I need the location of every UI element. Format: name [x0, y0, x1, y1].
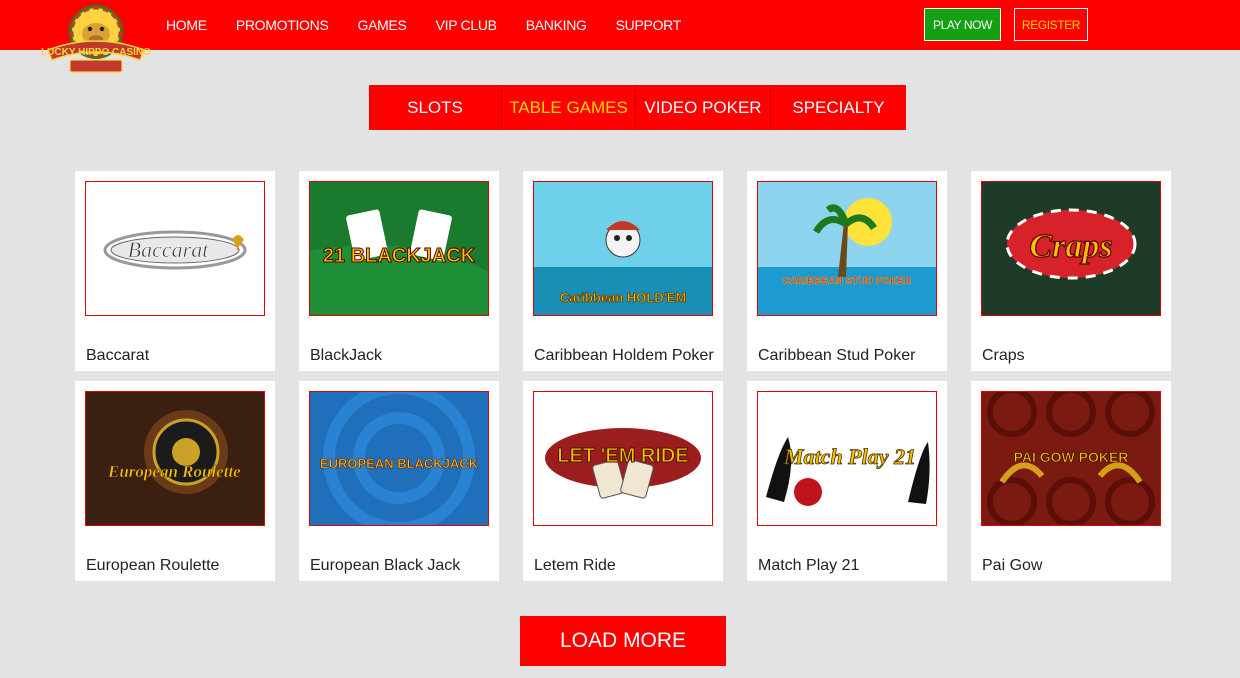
logo-text: LUCKY HIPPO CASINO — [41, 47, 151, 58]
game-card-pai-gow[interactable]: PAI GOW POKER Pai Gow — [971, 381, 1171, 581]
svg-text:Baccarat: Baccarat — [128, 237, 210, 262]
game-thumbnail[interactable]: EUROPEAN BLACKJACK — [309, 391, 489, 526]
nav-home[interactable]: HOME — [166, 17, 207, 33]
svg-text:21 BLACKJACK: 21 BLACKJACK — [323, 245, 476, 267]
game-thumbnail[interactable]: Baccarat — [85, 181, 265, 316]
nav-support[interactable]: SUPPORT — [616, 17, 682, 33]
nav-games[interactable]: GAMES — [357, 17, 406, 33]
svg-text:CARIBBEAN STUD POKER: CARIBBEAN STUD POKER — [783, 276, 912, 287]
svg-text:European Roulette: European Roulette — [107, 462, 241, 481]
tab-slots[interactable]: SLOTS — [369, 85, 502, 130]
game-thumbnail[interactable]: LET 'EM RIDE — [533, 391, 713, 526]
game-card-caribbean-holdem[interactable]: Caribbean HOLD'EM Caribbean Holdem Poker — [523, 171, 723, 371]
game-card-match-play-21[interactable]: Match Play 21 Match Play 21 — [747, 381, 947, 581]
game-title[interactable]: Letem Ride — [534, 554, 714, 577]
game-title[interactable]: Baccarat — [86, 344, 266, 367]
game-card-european-roulette[interactable]: European Roulette European Roulette — [75, 381, 275, 581]
game-title[interactable]: Pai Gow — [982, 554, 1162, 577]
tab-video-poker[interactable]: VIDEO POKER — [636, 85, 771, 130]
main-nav: HOME PROMOTIONS GAMES VIP CLUB BANKING S… — [166, 0, 710, 50]
nav-promotions[interactable]: PROMOTIONS — [236, 17, 329, 33]
game-card-baccarat[interactable]: Baccarat Baccarat — [75, 171, 275, 371]
game-card-craps[interactable]: Craps Craps — [971, 171, 1171, 371]
svg-text:Craps: Craps — [1029, 228, 1112, 265]
svg-text:EUROPEAN BLACKJACK: EUROPEAN BLACKJACK — [320, 456, 479, 471]
play-now-button[interactable]: PLAY NOW — [924, 8, 1001, 41]
game-thumbnail[interactable]: Caribbean HOLD'EM — [533, 181, 713, 316]
game-thumbnail[interactable]: CARIBBEAN STUD POKER — [757, 181, 937, 316]
load-more-button[interactable]: LOAD MORE — [520, 616, 726, 666]
category-tabs: SLOTS TABLE GAMES VIDEO POKER SPECIALTY — [369, 85, 906, 130]
game-card-blackjack[interactable]: 21 BLACKJACK BlackJack — [299, 171, 499, 371]
game-title[interactable]: European Black Jack — [310, 554, 490, 577]
game-card-letem-ride[interactable]: LET 'EM RIDE Letem Ride — [523, 381, 723, 581]
game-card-european-blackjack[interactable]: EUROPEAN BLACKJACK European Black Jack — [299, 381, 499, 581]
svg-text:PAI GOW POKER: PAI GOW POKER — [1014, 449, 1129, 465]
game-thumbnail[interactable]: European Roulette — [85, 391, 265, 526]
game-title[interactable]: BlackJack — [310, 344, 490, 367]
svg-text:LET 'EM RIDE: LET 'EM RIDE — [557, 445, 688, 467]
lucky-hippo-logo[interactable]: LUCKY HIPPO CASINO — [40, 2, 152, 78]
game-card-caribbean-stud[interactable]: CARIBBEAN STUD POKER Caribbean Stud Poke… — [747, 171, 947, 371]
game-thumbnail[interactable]: PAI GOW POKER — [981, 391, 1161, 526]
game-title[interactable]: Caribbean Holdem Poker — [534, 344, 714, 367]
game-title[interactable]: Caribbean Stud Poker — [758, 344, 938, 367]
game-title[interactable]: Match Play 21 — [758, 554, 938, 577]
svg-text:Match Play 21: Match Play 21 — [783, 444, 916, 469]
nav-banking[interactable]: BANKING — [526, 17, 587, 33]
game-title[interactable]: Craps — [982, 344, 1162, 367]
game-title[interactable]: European Roulette — [86, 554, 266, 577]
game-thumbnail[interactable]: Match Play 21 — [757, 391, 937, 526]
game-thumbnail[interactable]: 21 BLACKJACK — [309, 181, 489, 316]
nav-vip-club[interactable]: VIP CLUB — [436, 17, 497, 33]
register-button[interactable]: REGISTER — [1014, 8, 1088, 41]
svg-text:Caribbean HOLD'EM: Caribbean HOLD'EM — [560, 290, 687, 305]
tab-specialty[interactable]: SPECIALTY — [771, 85, 906, 130]
game-thumbnail[interactable]: Craps — [981, 181, 1161, 316]
tab-table-games[interactable]: TABLE GAMES — [502, 85, 636, 130]
